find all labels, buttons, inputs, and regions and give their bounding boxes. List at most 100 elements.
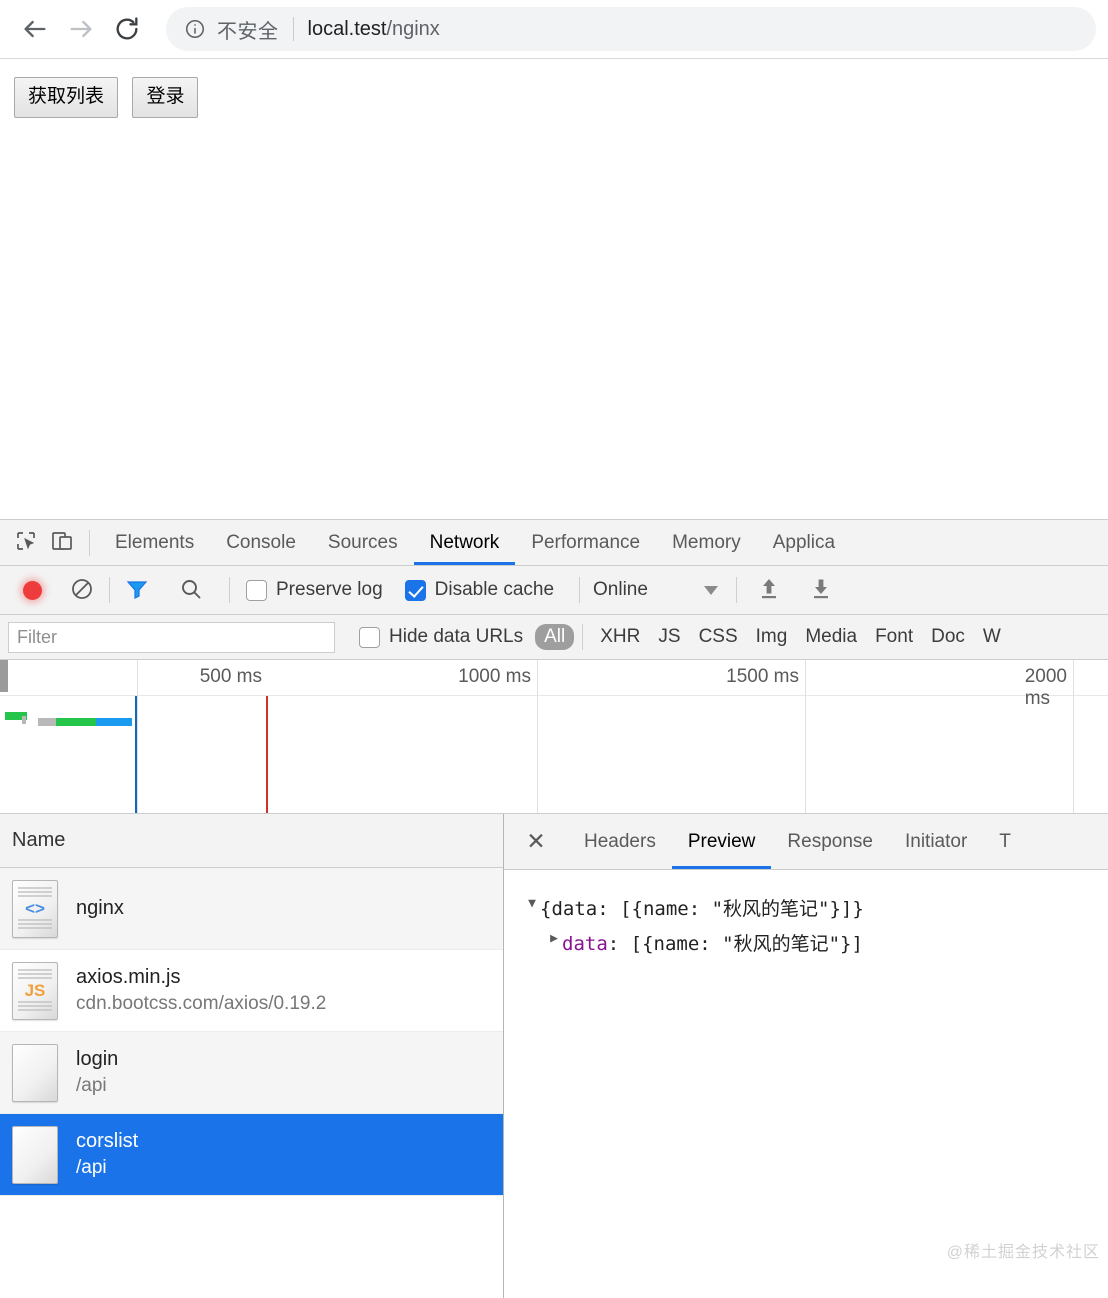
filter-type-xhr[interactable]: XHR	[591, 624, 649, 650]
omnibox-divider	[293, 17, 294, 41]
request-name: axios.min.js	[76, 964, 326, 991]
overview-gridline	[537, 660, 538, 813]
filter-type-js[interactable]: JS	[649, 624, 689, 650]
tab-response[interactable]: Response	[771, 814, 889, 869]
overview-scroll-handle[interactable]	[0, 660, 8, 692]
table-row[interactable]: JS axios.min.js cdn.bootcss.com/axios/0.…	[0, 950, 503, 1032]
overview-request-bar	[56, 718, 96, 726]
tab-timing[interactable]: T	[983, 814, 1027, 869]
filter-type-all[interactable]: All	[535, 624, 574, 650]
overview-request-bar	[38, 718, 56, 726]
request-name: corslist	[76, 1128, 138, 1155]
tab-performance[interactable]: Performance	[515, 520, 656, 565]
search-button[interactable]	[173, 572, 209, 608]
toolbar-divider	[89, 530, 90, 556]
inspect-element-button[interactable]	[8, 525, 44, 561]
overview-gridline	[805, 660, 806, 813]
json-root-line[interactable]: ▼ {data: [{name: "秋风的笔记"}]}	[524, 892, 1088, 927]
clear-button[interactable]	[64, 572, 100, 608]
back-button[interactable]	[12, 6, 58, 52]
tab-elements[interactable]: Elements	[99, 520, 210, 565]
search-icon	[179, 577, 203, 604]
forward-button[interactable]	[58, 6, 104, 52]
preserve-log-checkbox[interactable]: Preserve log	[246, 579, 383, 601]
hide-data-urls-checkbox[interactable]: Hide data URLs	[359, 626, 523, 648]
close-icon[interactable]: ✕	[518, 824, 554, 860]
record-button[interactable]	[14, 572, 50, 608]
throttling-select[interactable]: Online	[589, 579, 722, 601]
network-overview[interactable]: 500 ms 1000 ms 1500 ms 2000 ms	[0, 660, 1108, 814]
login-button[interactable]: 登录	[132, 77, 198, 118]
disable-cache-label: Disable cache	[435, 579, 554, 601]
preserve-log-label: Preserve log	[276, 579, 383, 601]
filter-divider	[582, 624, 583, 650]
details-tabbar: ✕ Headers Preview Response Initiator T	[504, 814, 1108, 870]
toolbar-divider-2	[109, 577, 110, 603]
column-header-name: Name	[12, 829, 65, 852]
address-bar[interactable]: 不安全 local.test/nginx	[166, 7, 1096, 51]
filter-input[interactable]	[8, 622, 335, 653]
funnel-icon	[125, 577, 149, 604]
filter-type-media[interactable]: Media	[796, 624, 866, 650]
tab-headers[interactable]: Headers	[568, 814, 672, 869]
tab-memory[interactable]: Memory	[656, 520, 757, 565]
js-glyph: JS	[13, 981, 57, 1001]
triangle-down-icon[interactable]: ▼	[524, 892, 540, 916]
reload-icon	[113, 15, 141, 43]
filter-type-font[interactable]: Font	[866, 624, 922, 650]
overview-tick-2000: 2000 ms	[1025, 666, 1073, 710]
table-row[interactable]: <> nginx	[0, 868, 503, 950]
security-label: 不安全	[217, 15, 279, 44]
url-host: local.test	[308, 18, 387, 41]
export-har-button[interactable]	[803, 572, 839, 608]
import-har-button[interactable]	[751, 572, 787, 608]
table-row[interactable]: login /api	[0, 1032, 503, 1114]
filter-type-img[interactable]: Img	[747, 624, 797, 650]
request-name: login	[76, 1046, 118, 1073]
info-circle-icon[interactable]	[184, 18, 206, 40]
toolbar-divider-4	[579, 577, 580, 603]
hide-data-urls-label: Hide data URLs	[389, 626, 523, 648]
request-details: ✕ Headers Preview Response Initiator T ▼…	[504, 814, 1108, 1298]
network-filterbar: Hide data URLs All XHR JS CSS Img Media …	[0, 615, 1108, 660]
download-arrow-icon	[809, 576, 833, 605]
triangle-right-icon[interactable]: ▶	[546, 927, 562, 951]
request-list-header[interactable]: Name	[0, 814, 503, 868]
document-code-icon: <>	[12, 880, 58, 938]
toolbar-divider-3	[229, 577, 230, 603]
request-list: Name <> nginx JS axios.	[0, 814, 504, 1298]
json-value-data: : [{name: "秋风的笔记"}]	[608, 927, 863, 962]
fetch-list-button[interactable]: 获取列表	[14, 77, 118, 118]
filter-type-css[interactable]: CSS	[690, 624, 747, 650]
request-path: /api	[76, 1155, 138, 1181]
overview-tick-500: 500 ms	[200, 666, 268, 688]
overview-tick-1000: 1000 ms	[458, 666, 537, 688]
network-toolbar: Preserve log Disable cache Online	[0, 566, 1108, 615]
overview-tick-1500: 1500 ms	[726, 666, 805, 688]
tab-sources[interactable]: Sources	[312, 520, 414, 565]
disable-cache-checkbox[interactable]: Disable cache	[405, 579, 554, 601]
filter-toggle-button[interactable]	[119, 572, 155, 608]
request-path: /api	[76, 1073, 118, 1099]
tab-preview[interactable]: Preview	[672, 814, 772, 869]
tab-initiator[interactable]: Initiator	[889, 814, 983, 869]
tab-application[interactable]: Applica	[757, 520, 851, 565]
generic-file-icon	[12, 1126, 58, 1184]
request-path: cdn.bootcss.com/axios/0.19.2	[76, 991, 326, 1017]
reload-button[interactable]	[104, 6, 150, 52]
filter-type-doc[interactable]: Doc	[922, 624, 974, 650]
record-circle-icon	[23, 581, 42, 600]
devtools-panel: Elements Console Sources Network Perform…	[0, 519, 1108, 1298]
device-toolbar-icon	[50, 529, 74, 556]
device-toolbar-button[interactable]	[44, 525, 80, 561]
tab-network[interactable]: Network	[414, 520, 516, 565]
filter-type-ws[interactable]: W	[974, 624, 1010, 650]
table-row[interactable]: corslist /api	[0, 1114, 503, 1196]
inspect-element-icon	[14, 529, 38, 556]
code-glyph: <>	[13, 899, 57, 919]
arrow-right-icon	[67, 15, 95, 43]
overview-gridline	[1073, 660, 1074, 813]
json-child-line[interactable]: ▶ data: [{name: "秋风的笔记"}]	[524, 927, 1088, 962]
generic-file-icon	[12, 1044, 58, 1102]
tab-console[interactable]: Console	[210, 520, 312, 565]
